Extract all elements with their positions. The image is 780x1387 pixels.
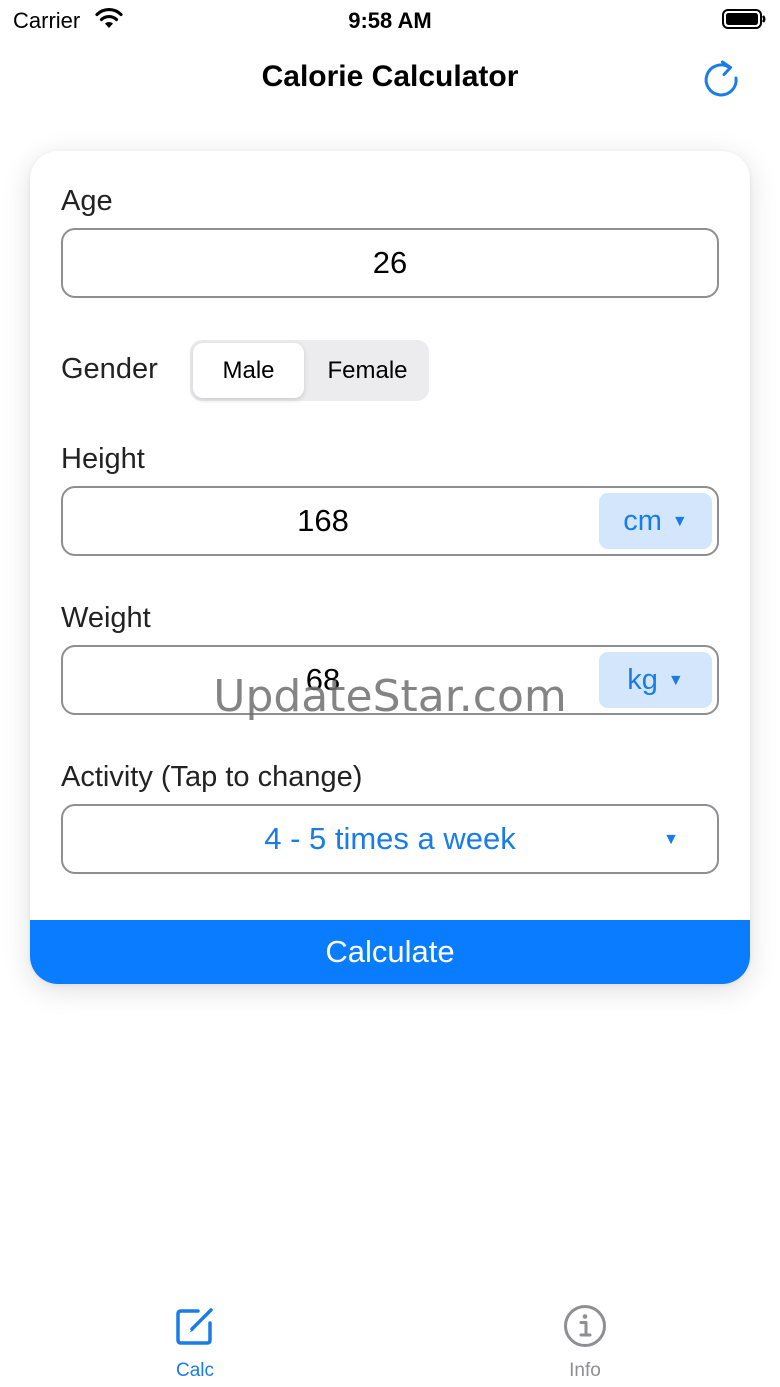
calculate-button[interactable]: Calculate <box>30 920 750 984</box>
weight-unit-button[interactable]: kg ▼ <box>599 652 712 708</box>
tab-calc[interactable]: Calc <box>135 1302 255 1382</box>
gender-option-female[interactable]: Female <box>309 343 426 398</box>
activity-value: 4 - 5 times a week <box>264 821 516 856</box>
status-bar: Carrier 9:58 AM <box>0 0 780 44</box>
chevron-down-icon: ▼ <box>671 513 688 530</box>
tab-info-label: Info <box>569 1360 601 1381</box>
height-unit-label: cm <box>623 505 662 537</box>
tab-info[interactable]: Info <box>525 1302 645 1382</box>
status-time: 9:58 AM <box>348 8 432 33</box>
weight-unit-label: kg <box>627 664 658 696</box>
tab-calc-label: Calc <box>175 1360 214 1381</box>
weight-value: 68 <box>305 662 341 697</box>
height-label: Height <box>61 443 145 475</box>
height-unit-button[interactable]: cm ▼ <box>599 493 712 549</box>
activity-selector[interactable]: 4 - 5 times a week ▼ <box>61 804 719 874</box>
height-field[interactable]: 168 cm ▼ <box>61 486 719 556</box>
age-label: Age <box>61 185 113 217</box>
gender-segmented-control: Male Female <box>190 340 429 401</box>
edit-icon <box>176 1308 213 1345</box>
activity-label: Activity (Tap to change) <box>61 761 363 793</box>
info-icon <box>564 1305 606 1347</box>
gender-label: Gender <box>61 353 158 385</box>
age-field[interactable]: 26 <box>61 228 719 298</box>
page-title: Calorie Calculator <box>261 60 519 93</box>
chevron-down-icon: ▼ <box>663 831 679 848</box>
height-value: 168 <box>297 503 349 538</box>
battery-icon <box>722 9 766 29</box>
calorie-calculator-screen: Carrier 9:58 AM Calorie Calculator Age 2… <box>0 0 780 1387</box>
age-value: 26 <box>372 245 408 280</box>
weight-field[interactable]: 68 kg ▼ <box>61 645 719 715</box>
refresh-icon[interactable] <box>698 56 744 102</box>
weight-label: Weight <box>61 602 151 634</box>
calculator-form-card: Age 26 Gender Male Female Height 168 cm ▼… <box>30 151 750 984</box>
gender-option-male[interactable]: Male <box>193 343 304 398</box>
chevron-down-icon: ▼ <box>667 672 684 689</box>
